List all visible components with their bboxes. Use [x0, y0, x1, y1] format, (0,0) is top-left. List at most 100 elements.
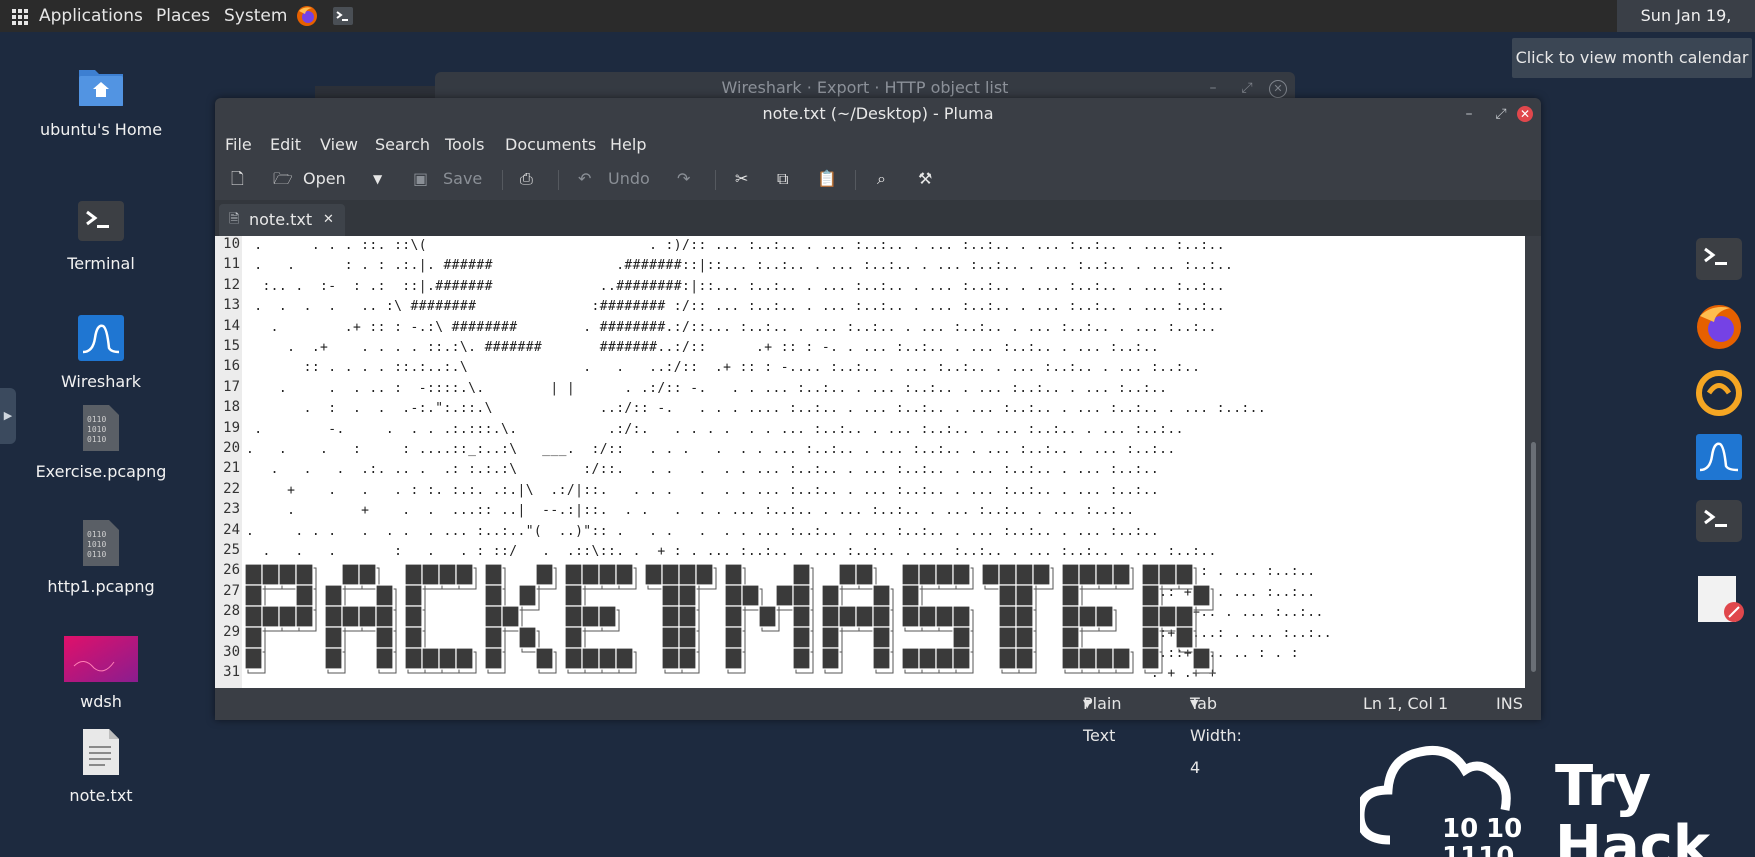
right-dock	[1686, 210, 1755, 630]
firefox-icon[interactable]	[1694, 302, 1744, 352]
apps-grid-icon[interactable]	[12, 9, 28, 25]
expand-panel-arrow-icon[interactable]: ▶	[0, 388, 16, 444]
text-editor[interactable]: 10 11 12 13 14 15 16 17 18 19 20 21 22 23 24 25 26 27 28 29…	[215, 236, 1525, 688]
banner-letter	[1141, 564, 1214, 674]
close-icon[interactable]: ✕	[1517, 106, 1533, 122]
open-icon[interactable]: 🗁	[273, 160, 293, 198]
applications-menu[interactable]: Applications	[39, 0, 143, 32]
cut-icon[interactable]: ✂	[735, 160, 748, 198]
line-number: 16	[223, 358, 240, 375]
menu-view[interactable]: View	[320, 130, 358, 160]
text-line: . .+ :: : -.:\ ######## . ########.:/::.…	[246, 319, 1217, 335]
open-recent-dropdown-icon[interactable]: ▼	[373, 160, 382, 198]
redo-icon[interactable]: ↷	[677, 160, 690, 198]
search-icon[interactable]: ⌕	[877, 160, 886, 198]
save-button[interactable]: Save	[443, 160, 482, 198]
places-menu[interactable]: Places	[156, 0, 210, 32]
search-replace-icon[interactable]: ⚒	[918, 160, 932, 198]
tab-note-txt[interactable]: 🗎 note.txt ✕	[219, 204, 345, 236]
close-icon[interactable]: ✕	[1269, 80, 1287, 98]
text-line: . : . . .-:.":.::.\ ..:/:: -. . . . ....…	[246, 401, 1267, 417]
copy-icon[interactable]: ⧉	[777, 160, 788, 198]
line-number: 21	[223, 460, 240, 477]
minimize-icon[interactable]: –	[1461, 106, 1477, 122]
desktop-icon-wdsh[interactable]: wdsh	[16, 636, 186, 711]
desktop-icon-home[interactable]: ubuntu's Home	[16, 62, 186, 139]
line-number: 25	[223, 542, 240, 558]
paste-icon[interactable]: 📋	[817, 160, 837, 198]
desktop-icon-exercise-pcapng[interactable]: 0110 1010 0110 Exercise.pcapng	[16, 404, 186, 481]
svg-text:0110: 0110	[87, 435, 106, 444]
svg-text:1010: 1010	[87, 540, 106, 549]
text-editor-icon[interactable]	[1694, 574, 1744, 624]
menu-tools[interactable]: Tools	[445, 130, 484, 160]
toolbar-separator	[855, 170, 856, 190]
svg-text:1010: 1010	[87, 425, 106, 434]
undo-icon[interactable]: ↶	[578, 160, 591, 198]
burp-suite-icon[interactable]	[1694, 368, 1744, 418]
terminal-icon	[78, 201, 124, 241]
text-line: :: . . . . ::.:..:.\ . . ..:/:: .+ :: : …	[246, 360, 1201, 376]
desktop-icon-label: http1.pcapng	[47, 577, 155, 596]
line-number: 31	[223, 664, 240, 681]
desktop-icon-label: ubuntu's Home	[39, 120, 163, 139]
system-menu[interactable]: System	[224, 0, 287, 32]
text-line: . . . .. : -::::.\. | | . .:/:: -. . . .…	[246, 380, 1168, 396]
banner-letter	[901, 564, 974, 674]
menu-edit[interactable]: Edit	[270, 130, 301, 160]
maximize-icon[interactable]: ⤢	[1493, 106, 1509, 122]
minimize-icon[interactable]: –	[1205, 80, 1221, 96]
menu-search[interactable]: Search	[375, 130, 430, 160]
desktop-icon-label: wdsh	[80, 692, 122, 711]
menu-documents[interactable]: Documents	[505, 130, 596, 160]
save-icon[interactable]: ▣	[413, 160, 428, 198]
svg-text:0110: 0110	[87, 415, 106, 424]
text-line: . -. . . . .:.:::.\. .:/:. . . . . . . .…	[246, 421, 1184, 437]
maximize-icon[interactable]: ⤢	[1239, 80, 1255, 96]
menu-help[interactable]: Help	[610, 130, 646, 160]
text-line: . . . . .. :\ ######## :######## :/:: ..…	[246, 299, 1225, 315]
toolbar-separator	[558, 170, 559, 190]
text-line: . . . : . . : ::/ . .::\::. . + : . ... …	[246, 544, 1217, 559]
wireshark-icon[interactable]	[1694, 432, 1744, 482]
desktop-icon-terminal[interactable]: Terminal	[16, 200, 186, 273]
desktop-icon-http1-pcapng[interactable]: 0110 1010 0110 http1.pcapng	[16, 519, 186, 596]
line-number: 28	[223, 603, 240, 620]
line-number: 22	[223, 480, 240, 497]
home-folder-icon	[79, 70, 123, 106]
text-file-icon: 🗎	[229, 212, 240, 227]
undo-button[interactable]: Undo	[608, 160, 650, 198]
insert-mode: INS	[1496, 694, 1523, 713]
menu-file[interactable]: File	[225, 130, 252, 160]
desktop-icon-wireshark[interactable]: Wireshark	[16, 314, 186, 391]
terminal-icon[interactable]	[1694, 234, 1744, 284]
top-panel: Applications Places System Sun Jan 19, 0…	[0, 0, 1755, 57]
open-button[interactable]: Open	[303, 160, 346, 198]
terminal-launcher-icon[interactable]	[332, 5, 354, 27]
svg-text:10: 10	[1442, 814, 1478, 844]
text-line: . + . . ...:: ..| --.:|::. . . . . . ...…	[246, 503, 1135, 519]
line-number: 19	[223, 419, 240, 436]
vertical-scrollbar[interactable]	[1527, 236, 1541, 688]
new-document-icon[interactable]: 🗋	[231, 160, 244, 198]
binary-file-icon: 011010100110	[83, 405, 119, 451]
scrollbar-thumb[interactable]	[1531, 442, 1536, 672]
desktop-icon-note-txt[interactable]: note.txt	[16, 728, 186, 805]
tab-bar: 🗎 note.txt ✕	[215, 200, 1541, 236]
line-number: 29	[223, 623, 240, 640]
print-icon[interactable]: ⎙	[520, 160, 533, 198]
window-title: Wireshark · Export · HTTP object list	[721, 78, 1009, 97]
text-line: + . . . : :. :.:. .:.|\ .:/|::. . . . . …	[246, 482, 1160, 498]
line-number: 14	[223, 317, 240, 334]
line-number-gutter: 10 11 12 13 14 15 16 17 18 19 20 21 22 23 24 25 26 27 28 29…	[215, 236, 242, 688]
calendar-tooltip: Click to view month calendar	[1512, 38, 1752, 78]
line-number: 23	[223, 501, 240, 518]
window-title: note.txt (~/Desktop) - Pluma	[762, 104, 994, 123]
clock[interactable]: Sun Jan 19, 01:48	[1617, 0, 1755, 57]
wireshark-icon	[78, 315, 124, 361]
pluma-window[interactable]: note.txt (~/Desktop) - Pluma – ⤢ ✕ File …	[215, 98, 1541, 777]
line-number: 27	[223, 582, 240, 599]
firefox-launcher-icon[interactable]	[296, 5, 318, 27]
tab-close-icon[interactable]: ✕	[323, 204, 334, 236]
terminal-icon[interactable]	[1694, 496, 1744, 546]
